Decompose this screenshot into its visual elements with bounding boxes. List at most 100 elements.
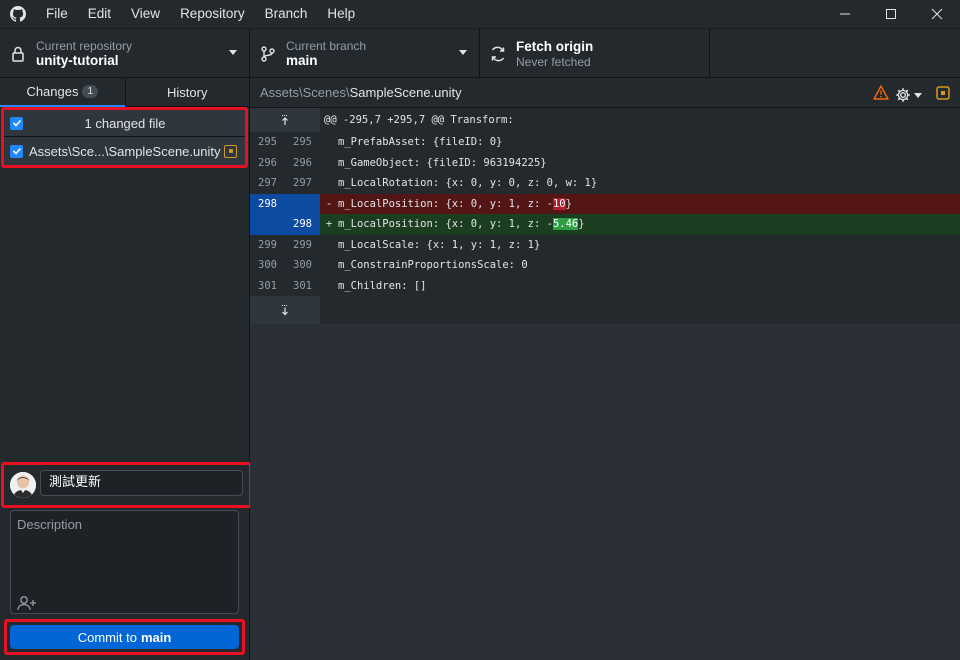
branch-icon <box>250 45 286 62</box>
code-text: m_LocalScale: {x: 1, y: 1, z: 1} <box>338 238 541 251</box>
tab-history[interactable]: History <box>124 78 250 107</box>
menu-view[interactable]: View <box>121 0 170 28</box>
changed-files-header: 1 changed file <box>4 110 245 137</box>
old-line-number: 299 <box>250 234 285 255</box>
branch-label: Current branch <box>286 38 367 53</box>
chevron-down-icon <box>459 50 467 55</box>
gear-icon[interactable] <box>895 87 922 103</box>
repo-label: Current repository <box>36 38 133 53</box>
menu-edit[interactable]: Edit <box>78 0 121 28</box>
current-repository-button[interactable]: Current repository unity-tutorial <box>0 29 250 78</box>
expand-up-icon[interactable] <box>250 108 320 132</box>
changed-value: 10 <box>552 197 566 210</box>
commit-description-input[interactable]: Description <box>10 510 239 614</box>
new-line-number: 296 <box>285 152 320 173</box>
diff-header: Assets\Scenes\SampleScene.unity <box>250 78 960 108</box>
breadcrumb: Assets\Scenes\SampleScene.unity <box>250 85 462 100</box>
diff-marker: - <box>325 197 333 210</box>
old-line-number: 295 <box>250 132 285 153</box>
close-button[interactable] <box>914 0 960 28</box>
changed-files-list: 1 changed file Assets\Sce...\SampleScene… <box>1 107 248 168</box>
old-line-number: 300 <box>250 255 285 276</box>
changed-files-count: 1 changed file <box>84 115 166 131</box>
list-item[interactable]: Assets\Sce...\SampleScene.unity <box>4 137 245 165</box>
menu-repository[interactable]: Repository <box>170 0 255 28</box>
table-row: 301 301 m_Children: [] <box>250 275 960 296</box>
title-bar: File Edit View Repository Branch Help <box>0 0 960 28</box>
check-icon <box>12 119 21 127</box>
fetch-origin-button[interactable]: Fetch origin Never fetched <box>480 29 710 78</box>
diff-marker: + <box>325 218 333 230</box>
new-line-number <box>285 193 320 214</box>
code-text: m_PrefabAsset: {fileID: 0} <box>338 136 503 148</box>
commit-summary-input[interactable]: 測試更新 <box>40 470 243 496</box>
commit-button[interactable]: Commit to main <box>10 625 239 649</box>
sidebar-tabs: Changes 1 History <box>0 78 249 107</box>
new-line-number: 295 <box>285 132 320 153</box>
select-all-checkbox[interactable] <box>10 116 23 130</box>
deleted-line[interactable]: 298 - m_LocalPosition: {x: 0, y: 1, z: -1… <box>250 193 960 214</box>
menu-help[interactable]: Help <box>317 0 365 28</box>
new-line-number: 299 <box>285 234 320 255</box>
old-line-number: 298 <box>250 193 285 214</box>
file-checkbox[interactable] <box>10 144 23 158</box>
old-line-number <box>250 214 285 235</box>
tab-changes-label: Changes <box>26 84 79 99</box>
code-text: m_LocalRotation: {x: 0, y: 0, z: 0, w: 1… <box>338 177 598 189</box>
modified-icon <box>936 85 950 105</box>
new-line-number: 297 <box>285 173 320 194</box>
old-line-number: 296 <box>250 152 285 173</box>
lock-icon <box>0 46 36 62</box>
code-text: m_ConstrainProportionsScale: 0 <box>338 259 528 271</box>
repo-name: unity-tutorial <box>36 52 119 68</box>
new-line-number: 300 <box>285 255 320 276</box>
avatar <box>10 472 36 498</box>
warning-icon[interactable] <box>873 85 889 105</box>
hunk-header: @@ -295,7 +295,7 @@ Transform: <box>250 108 960 132</box>
code-text: m_LocalPosition: {x: 0, y: 1, z: - <box>338 218 553 230</box>
current-branch-button[interactable]: Current branch main <box>250 29 480 78</box>
breadcrumb-dir: Assets\Scenes\ <box>260 85 350 100</box>
table-row: 299 299 m_LocalScale: {x: 1, y: 1, z: 1} <box>250 234 960 255</box>
window-controls <box>822 0 960 28</box>
changes-sidebar: Changes 1 History 1 changed file Assets\… <box>0 78 252 660</box>
old-line-number: 297 <box>250 173 285 194</box>
new-line-number: 298 <box>285 214 320 235</box>
menu-branch[interactable]: Branch <box>255 0 318 28</box>
changed-value: 5.46 <box>552 218 579 230</box>
minimize-button[interactable] <box>822 0 868 28</box>
table-row: 296 296 m_GameObject: {fileID: 963194225… <box>250 152 960 173</box>
modified-icon <box>224 144 237 158</box>
close-icon <box>931 8 943 20</box>
commit-button-branch: main <box>140 629 172 645</box>
github-logo-icon <box>0 0 36 28</box>
changes-count-badge: 1 <box>82 85 99 98</box>
minimize-icon <box>840 13 850 15</box>
fetch-status: Never fetched <box>516 54 591 69</box>
commit-button-highlight: Commit to main <box>4 619 245 655</box>
code-text: m_LocalPosition: {x: 0, y: 1, z: - <box>338 197 553 210</box>
breadcrumb-file: SampleScene.unity <box>349 85 462 100</box>
maximize-icon <box>886 9 896 19</box>
code-text-end: } <box>565 197 572 210</box>
menu-bar: File Edit View Repository Branch Help <box>36 0 365 28</box>
diff-view: Assets\Scenes\SampleScene.unity @@ -295,… <box>250 78 960 660</box>
chevron-down-icon <box>914 92 922 98</box>
check-icon <box>12 147 21 155</box>
code-text: m_GameObject: {fileID: 963194225} <box>338 156 547 169</box>
code-text-end: } <box>578 218 585 230</box>
added-line[interactable]: 298 + m_LocalPosition: {x: 0, y: 1, z: -5… <box>250 214 960 235</box>
new-line-number: 301 <box>285 275 320 296</box>
tab-changes[interactable]: Changes 1 <box>0 78 125 107</box>
file-path: Assets\Sce...\SampleScene.unity <box>29 143 221 159</box>
branch-name: main <box>286 52 318 68</box>
add-coauthor-icon[interactable] <box>17 595 37 616</box>
commit-summary-area: 測試更新 <box>1 462 252 508</box>
diff-content: @@ -295,7 +295,7 @@ Transform: 295 295 m… <box>250 108 960 324</box>
table-row: 297 297 m_LocalRotation: {x: 0, y: 0, z:… <box>250 173 960 194</box>
expand-down-icon[interactable] <box>250 296 320 324</box>
code-text: m_Children: [] <box>338 279 427 292</box>
maximize-button[interactable] <box>868 0 914 28</box>
menu-file[interactable]: File <box>36 0 78 28</box>
old-line-number: 301 <box>250 275 285 296</box>
